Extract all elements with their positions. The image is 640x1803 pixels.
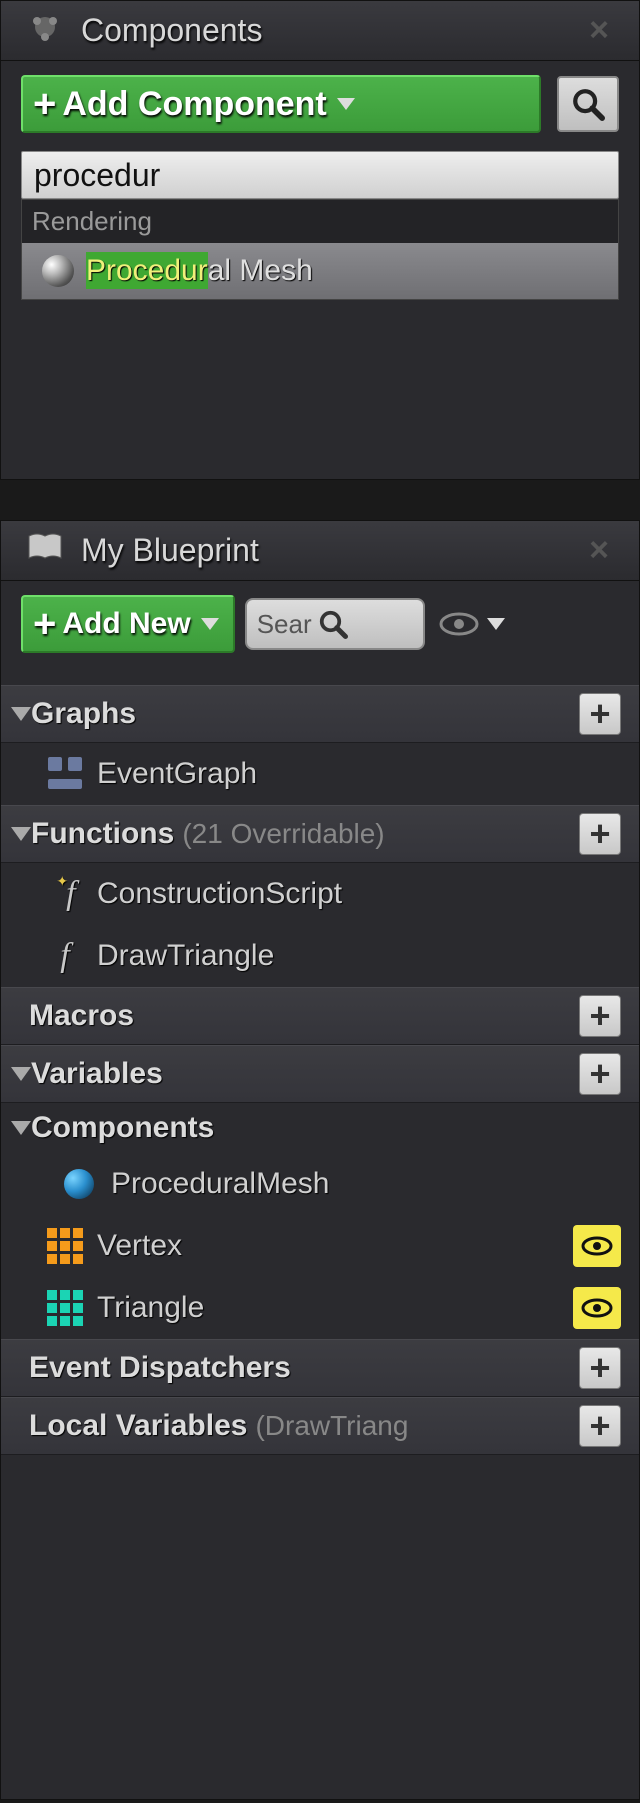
category-label: Local Variables: [29, 1409, 247, 1443]
components-tab-bar: Components ×: [1, 1, 639, 61]
eye-icon: [581, 1236, 613, 1256]
category-label: Graphs: [31, 697, 136, 731]
search-button[interactable]: [557, 76, 619, 132]
subcategory-components[interactable]: Components: [1, 1103, 639, 1153]
search-result-item[interactable]: Procedural Mesh: [22, 243, 618, 299]
category-note: (21 Overridable): [182, 818, 384, 850]
search-icon: [318, 609, 348, 639]
tree-item-triangle[interactable]: Triangle: [1, 1277, 639, 1339]
my-blueprint-panel: My Blueprint × + Add New Sear Graphs +: [0, 520, 640, 1800]
components-panel: Components × + Add Component procedur Re…: [0, 0, 640, 480]
visibility-filter-button[interactable]: [435, 610, 509, 638]
add-new-label: Add New: [62, 607, 190, 641]
search-placeholder: Sear: [257, 609, 312, 640]
tree-item-drawtriangle[interactable]: f DrawTriangle: [1, 925, 639, 987]
array-icon: [47, 1228, 83, 1264]
blueprint-tab-icon: [27, 529, 63, 572]
chevron-down-icon: [201, 618, 219, 630]
category-variables[interactable]: Variables +: [1, 1045, 639, 1103]
search-value: procedur: [34, 157, 160, 194]
graph-icon: [47, 756, 83, 792]
result-category-header: Rendering: [22, 200, 618, 243]
category-note: (DrawTriang: [255, 1410, 408, 1442]
add-local-variable-button[interactable]: +: [579, 1405, 621, 1447]
eye-icon: [581, 1298, 613, 1318]
item-label: Triangle: [97, 1291, 204, 1325]
result-item-label: Procedural Mesh: [86, 254, 313, 288]
expand-icon: [11, 1067, 31, 1081]
expand-icon: [11, 707, 31, 721]
item-label: DrawTriangle: [97, 939, 274, 973]
search-results-dropdown: Rendering Procedural Mesh: [21, 199, 619, 300]
component-search-input[interactable]: procedur: [21, 151, 619, 199]
category-label: Macros: [29, 999, 134, 1033]
category-event-dispatchers[interactable]: Event Dispatchers +: [1, 1339, 639, 1397]
category-label: Functions: [31, 817, 174, 851]
visibility-toggle[interactable]: [573, 1225, 621, 1267]
blueprint-tree: Graphs + EventGraph Functions (21 Overri…: [1, 667, 639, 1463]
item-label: ProceduralMesh: [111, 1167, 329, 1201]
components-toolbar: + Add Component: [1, 61, 639, 147]
array-icon: [47, 1290, 83, 1326]
category-functions[interactable]: Functions (21 Overridable) +: [1, 805, 639, 863]
category-label: Components: [31, 1111, 214, 1145]
category-label: Variables: [31, 1057, 163, 1091]
function-icon: f: [47, 938, 83, 974]
tree-item-eventgraph[interactable]: EventGraph: [1, 743, 639, 805]
category-local-variables[interactable]: Local Variables (DrawTriang +: [1, 1397, 639, 1455]
add-graph-button[interactable]: +: [579, 693, 621, 735]
add-function-button[interactable]: +: [579, 813, 621, 855]
blueprint-search-input[interactable]: Sear: [245, 598, 425, 650]
category-graphs[interactable]: Graphs +: [1, 685, 639, 743]
chevron-down-icon: [487, 618, 505, 630]
expand-icon: [11, 1121, 31, 1135]
item-label: EventGraph: [97, 757, 257, 791]
add-event-dispatcher-button[interactable]: +: [579, 1347, 621, 1389]
visibility-toggle[interactable]: [573, 1287, 621, 1329]
add-new-button[interactable]: + Add New: [21, 595, 235, 653]
tree-item-proceduralmesh[interactable]: ProceduralMesh: [1, 1153, 639, 1215]
blueprint-tab-title: My Blueprint: [81, 532, 259, 569]
item-label: Vertex: [97, 1229, 182, 1263]
expand-icon: [11, 827, 31, 841]
add-macro-button[interactable]: +: [579, 995, 621, 1037]
tree-item-vertex[interactable]: Vertex: [1, 1215, 639, 1277]
plus-icon: +: [33, 82, 56, 127]
item-label: ConstructionScript: [97, 877, 342, 911]
blueprint-tab-bar: My Blueprint ×: [1, 521, 639, 581]
tree-item-constructionscript[interactable]: f ConstructionScript: [1, 863, 639, 925]
category-macros[interactable]: Macros +: [1, 987, 639, 1045]
search-icon: [571, 87, 605, 121]
component-icon: [61, 1166, 97, 1202]
result-highlight: Procedur: [86, 252, 208, 289]
plus-icon: +: [33, 602, 56, 647]
blueprint-toolbar: + Add New Sear: [1, 581, 639, 667]
add-component-label: Add Component: [62, 85, 326, 124]
add-variable-button[interactable]: +: [579, 1053, 621, 1095]
chevron-down-icon: [337, 98, 355, 110]
category-label: Event Dispatchers: [29, 1351, 291, 1385]
function-override-icon: f: [47, 876, 83, 912]
eye-icon: [439, 610, 479, 638]
close-icon[interactable]: ×: [589, 11, 609, 50]
mesh-icon: [42, 255, 74, 287]
close-icon[interactable]: ×: [589, 531, 609, 570]
components-tab-icon: [27, 9, 63, 52]
add-component-button[interactable]: + Add Component: [21, 75, 541, 133]
components-tab-title: Components: [81, 12, 262, 49]
